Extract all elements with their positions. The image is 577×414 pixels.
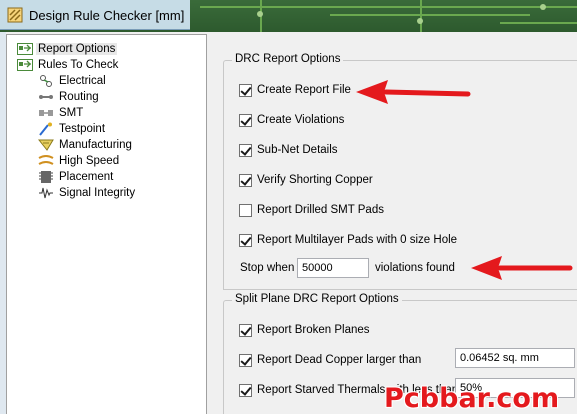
- routing-icon: [39, 95, 53, 99]
- electrical-icon: [40, 75, 52, 87]
- high-speed-icon: [38, 155, 54, 165]
- arrow-violations-found: [471, 256, 573, 280]
- pcb-via: [540, 4, 546, 10]
- pcb-via: [417, 18, 423, 24]
- checkbox[interactable]: [239, 233, 252, 247]
- title-plate: Design Rule Checker [mm]: [0, 0, 190, 30]
- option-label: Sub-Net Details: [257, 144, 338, 156]
- stop-when-input[interactable]: [297, 258, 369, 278]
- tree-item-label: SMT: [59, 107, 84, 119]
- tree-item-smt[interactable]: SMT: [38, 105, 85, 121]
- app-icon: [7, 7, 23, 23]
- report-broken-planes-option[interactable]: Report Broken Planes: [239, 322, 370, 338]
- report-multilayer-pads-option[interactable]: Report Multilayer Pads with 0 size Hole: [239, 232, 457, 248]
- tree-item-label: Signal Integrity: [59, 187, 136, 199]
- option-label: Report Dead Copper larger than: [257, 354, 422, 366]
- pcb-trace: [500, 22, 577, 24]
- tree-item-label: Testpoint: [59, 123, 106, 135]
- tree-item-label: Rules To Check: [38, 59, 119, 71]
- pcb-via: [257, 11, 263, 17]
- tree-item-label: Electrical: [59, 75, 106, 87]
- tree-item-electrical[interactable]: Electrical: [38, 73, 108, 89]
- report-options-icon: [17, 43, 33, 55]
- verify-shorting-copper-option[interactable]: Verify Shorting Copper: [239, 172, 373, 188]
- testpoint-icon: [39, 122, 52, 136]
- create-violations-option[interactable]: Create Violations: [239, 112, 344, 128]
- pcb-trace: [330, 14, 530, 16]
- option-label: Create Report File: [257, 84, 351, 96]
- group-title: Split Plane DRC Report Options: [232, 293, 402, 305]
- dead-copper-area-input[interactable]: [455, 348, 575, 368]
- checkbox[interactable]: [239, 383, 252, 397]
- tree-item-rules-to-check[interactable]: Rules To Check: [17, 57, 120, 73]
- option-label: Report Broken Planes: [257, 324, 370, 336]
- pcb-trace: [200, 6, 577, 8]
- tree-item-label: Placement: [59, 171, 114, 183]
- violations-found-label: violations found: [375, 262, 455, 274]
- tree-item-report-options[interactable]: Report Options: [17, 41, 118, 57]
- checkbox[interactable]: [239, 173, 252, 187]
- tree-item-high-speed[interactable]: High Speed: [38, 153, 121, 169]
- checkbox[interactable]: [239, 143, 252, 157]
- stop-when-label: Stop when: [240, 262, 295, 274]
- tree-item-manufacturing[interactable]: Manufacturing: [38, 137, 134, 153]
- checkbox[interactable]: [239, 203, 252, 217]
- tree-item-label: Routing: [59, 91, 99, 103]
- report-dead-copper-option[interactable]: Report Dead Copper larger than: [239, 352, 421, 368]
- tree-item-routing[interactable]: Routing: [38, 89, 101, 105]
- checkbox[interactable]: [239, 113, 252, 127]
- signal-integrity-icon: [39, 187, 53, 199]
- tree-item-signal-integrity[interactable]: Signal Integrity: [38, 185, 137, 201]
- arrow-create-report-file: [356, 80, 471, 104]
- create-report-file-option[interactable]: Create Report File: [239, 82, 351, 98]
- rules-tree[interactable]: Report Options Rules To Check Electrical…: [6, 34, 207, 414]
- tree-item-label: Report Options: [36, 43, 118, 55]
- option-label: Create Violations: [257, 114, 345, 126]
- smt-icon: [39, 110, 53, 116]
- tree-item-testpoint[interactable]: Testpoint: [38, 121, 107, 137]
- placement-icon: [39, 171, 53, 183]
- tree-item-label: Manufacturing: [59, 139, 132, 151]
- option-label: Report Drilled SMT Pads: [257, 204, 384, 216]
- report-drilled-smt-pads-option[interactable]: Report Drilled SMT Pads: [239, 202, 384, 218]
- tree-item-placement[interactable]: Placement: [38, 169, 115, 185]
- checkbox[interactable]: [239, 83, 252, 97]
- manufacturing-icon: [38, 139, 54, 151]
- group-title: DRC Report Options: [232, 53, 344, 65]
- option-label: Verify Shorting Copper: [257, 174, 373, 186]
- tree-item-label: High Speed: [59, 155, 120, 167]
- rules-to-check-icon: [17, 59, 33, 71]
- title-bar[interactable]: Design Rule Checker [mm]: [0, 0, 577, 32]
- pcb-trace: [420, 0, 422, 32]
- checkbox[interactable]: [239, 323, 252, 337]
- sub-net-details-option[interactable]: Sub-Net Details: [239, 142, 338, 158]
- window-title: Design Rule Checker [mm]: [29, 8, 185, 23]
- option-label: Report Multilayer Pads with 0 size Hole: [257, 234, 458, 246]
- checkbox[interactable]: [239, 353, 252, 367]
- watermark: Pcbbar.com: [384, 383, 560, 414]
